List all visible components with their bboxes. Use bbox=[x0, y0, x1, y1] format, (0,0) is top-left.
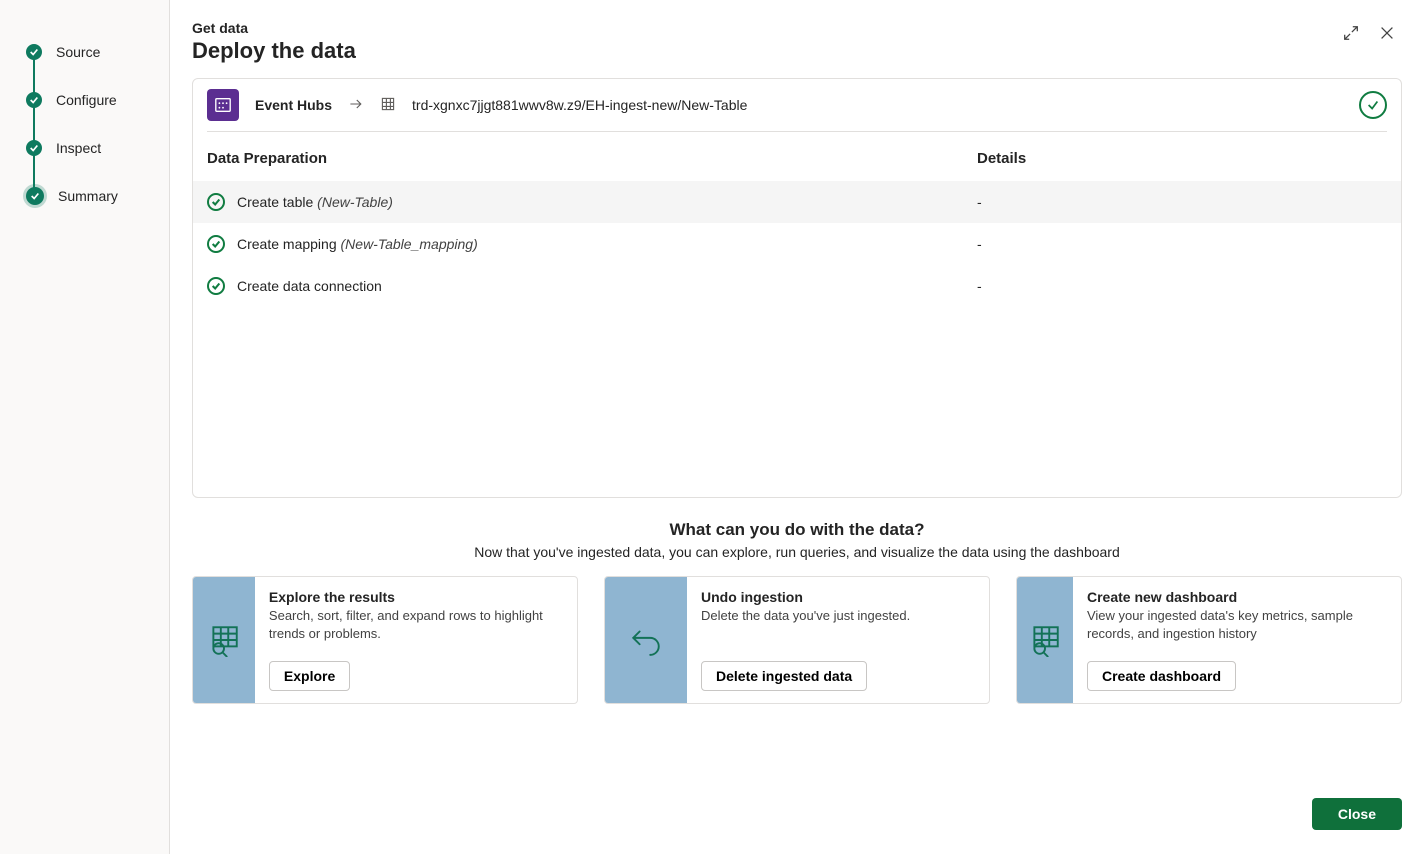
step-label: Inspect bbox=[56, 140, 101, 156]
close-button[interactable]: Close bbox=[1312, 798, 1402, 830]
row-param: (New-Table) bbox=[317, 194, 393, 210]
row-details: - bbox=[977, 236, 1387, 252]
page-title: Deploy the data bbox=[192, 38, 356, 64]
step-label: Configure bbox=[56, 92, 117, 108]
column-header-details: Details bbox=[977, 150, 1387, 167]
explore-icon bbox=[193, 577, 255, 703]
expand-icon[interactable] bbox=[1342, 24, 1360, 45]
check-icon bbox=[26, 92, 42, 108]
next-steps-subtitle: Now that you've ingested data, you can e… bbox=[192, 544, 1402, 560]
undo-icon bbox=[605, 577, 687, 703]
arrow-right-icon bbox=[348, 96, 364, 115]
success-check-icon bbox=[207, 193, 225, 211]
table-icon bbox=[380, 96, 396, 115]
tile-description: Search, sort, filter, and expand rows to… bbox=[269, 607, 563, 661]
dashboard-icon bbox=[1017, 577, 1073, 703]
tile-title: Undo ingestion bbox=[701, 589, 910, 605]
next-steps-section: What can you do with the data? Now that … bbox=[192, 520, 1402, 704]
check-icon bbox=[26, 187, 44, 205]
step-source[interactable]: Source bbox=[0, 28, 169, 76]
next-steps-title: What can you do with the data? bbox=[192, 520, 1402, 540]
tile-description: View your ingested data's key metrics, s… bbox=[1087, 607, 1387, 661]
step-inspect[interactable]: Inspect bbox=[0, 124, 169, 172]
success-status-icon bbox=[1359, 91, 1387, 119]
page-eyebrow: Get data bbox=[192, 20, 356, 36]
success-check-icon bbox=[207, 277, 225, 295]
delete-ingested-button[interactable]: Delete ingested data bbox=[701, 661, 867, 691]
step-summary[interactable]: Summary bbox=[0, 172, 169, 220]
table-row: Create table (New-Table) - bbox=[193, 181, 1401, 223]
tile-dashboard: Create new dashboard View your ingested … bbox=[1016, 576, 1402, 704]
success-check-icon bbox=[207, 235, 225, 253]
main-content: Get data Deploy the data Event Hubs trd-… bbox=[170, 0, 1424, 854]
source-type-label: Event Hubs bbox=[255, 97, 332, 113]
explore-button[interactable]: Explore bbox=[269, 661, 350, 691]
row-details: - bbox=[977, 278, 1387, 294]
close-icon[interactable] bbox=[1378, 24, 1396, 45]
destination-path: trd-xgnxc7jjgt881wwv8w.z9/EH-ingest-new/… bbox=[412, 97, 747, 113]
row-label: Create data connection bbox=[237, 278, 382, 294]
column-header-preparation: Data Preparation bbox=[207, 150, 977, 167]
tile-title: Create new dashboard bbox=[1087, 589, 1387, 605]
row-label: Create mapping bbox=[237, 236, 337, 252]
row-label: Create table bbox=[237, 194, 313, 210]
step-label: Summary bbox=[58, 188, 118, 204]
row-param: (New-Table_mapping) bbox=[341, 236, 478, 252]
row-details: - bbox=[977, 194, 1387, 210]
tile-undo: Undo ingestion Delete the data you've ju… bbox=[604, 576, 990, 704]
wizard-sidebar: Source Configure Inspect Summary bbox=[0, 0, 170, 854]
create-dashboard-button[interactable]: Create dashboard bbox=[1087, 661, 1236, 691]
tile-title: Explore the results bbox=[269, 589, 563, 605]
step-label: Source bbox=[56, 44, 100, 60]
event-hubs-icon bbox=[207, 89, 239, 121]
summary-card: Event Hubs trd-xgnxc7jjgt881wwv8w.z9/EH-… bbox=[192, 78, 1402, 498]
tile-description: Delete the data you've just ingested. bbox=[701, 607, 910, 661]
check-icon bbox=[26, 140, 42, 156]
tile-explore: Explore the results Search, sort, filter… bbox=[192, 576, 578, 704]
table-row: Create data connection - bbox=[193, 265, 1401, 307]
table-row: Create mapping (New-Table_mapping) - bbox=[193, 223, 1401, 265]
step-configure[interactable]: Configure bbox=[0, 76, 169, 124]
check-icon bbox=[26, 44, 42, 60]
